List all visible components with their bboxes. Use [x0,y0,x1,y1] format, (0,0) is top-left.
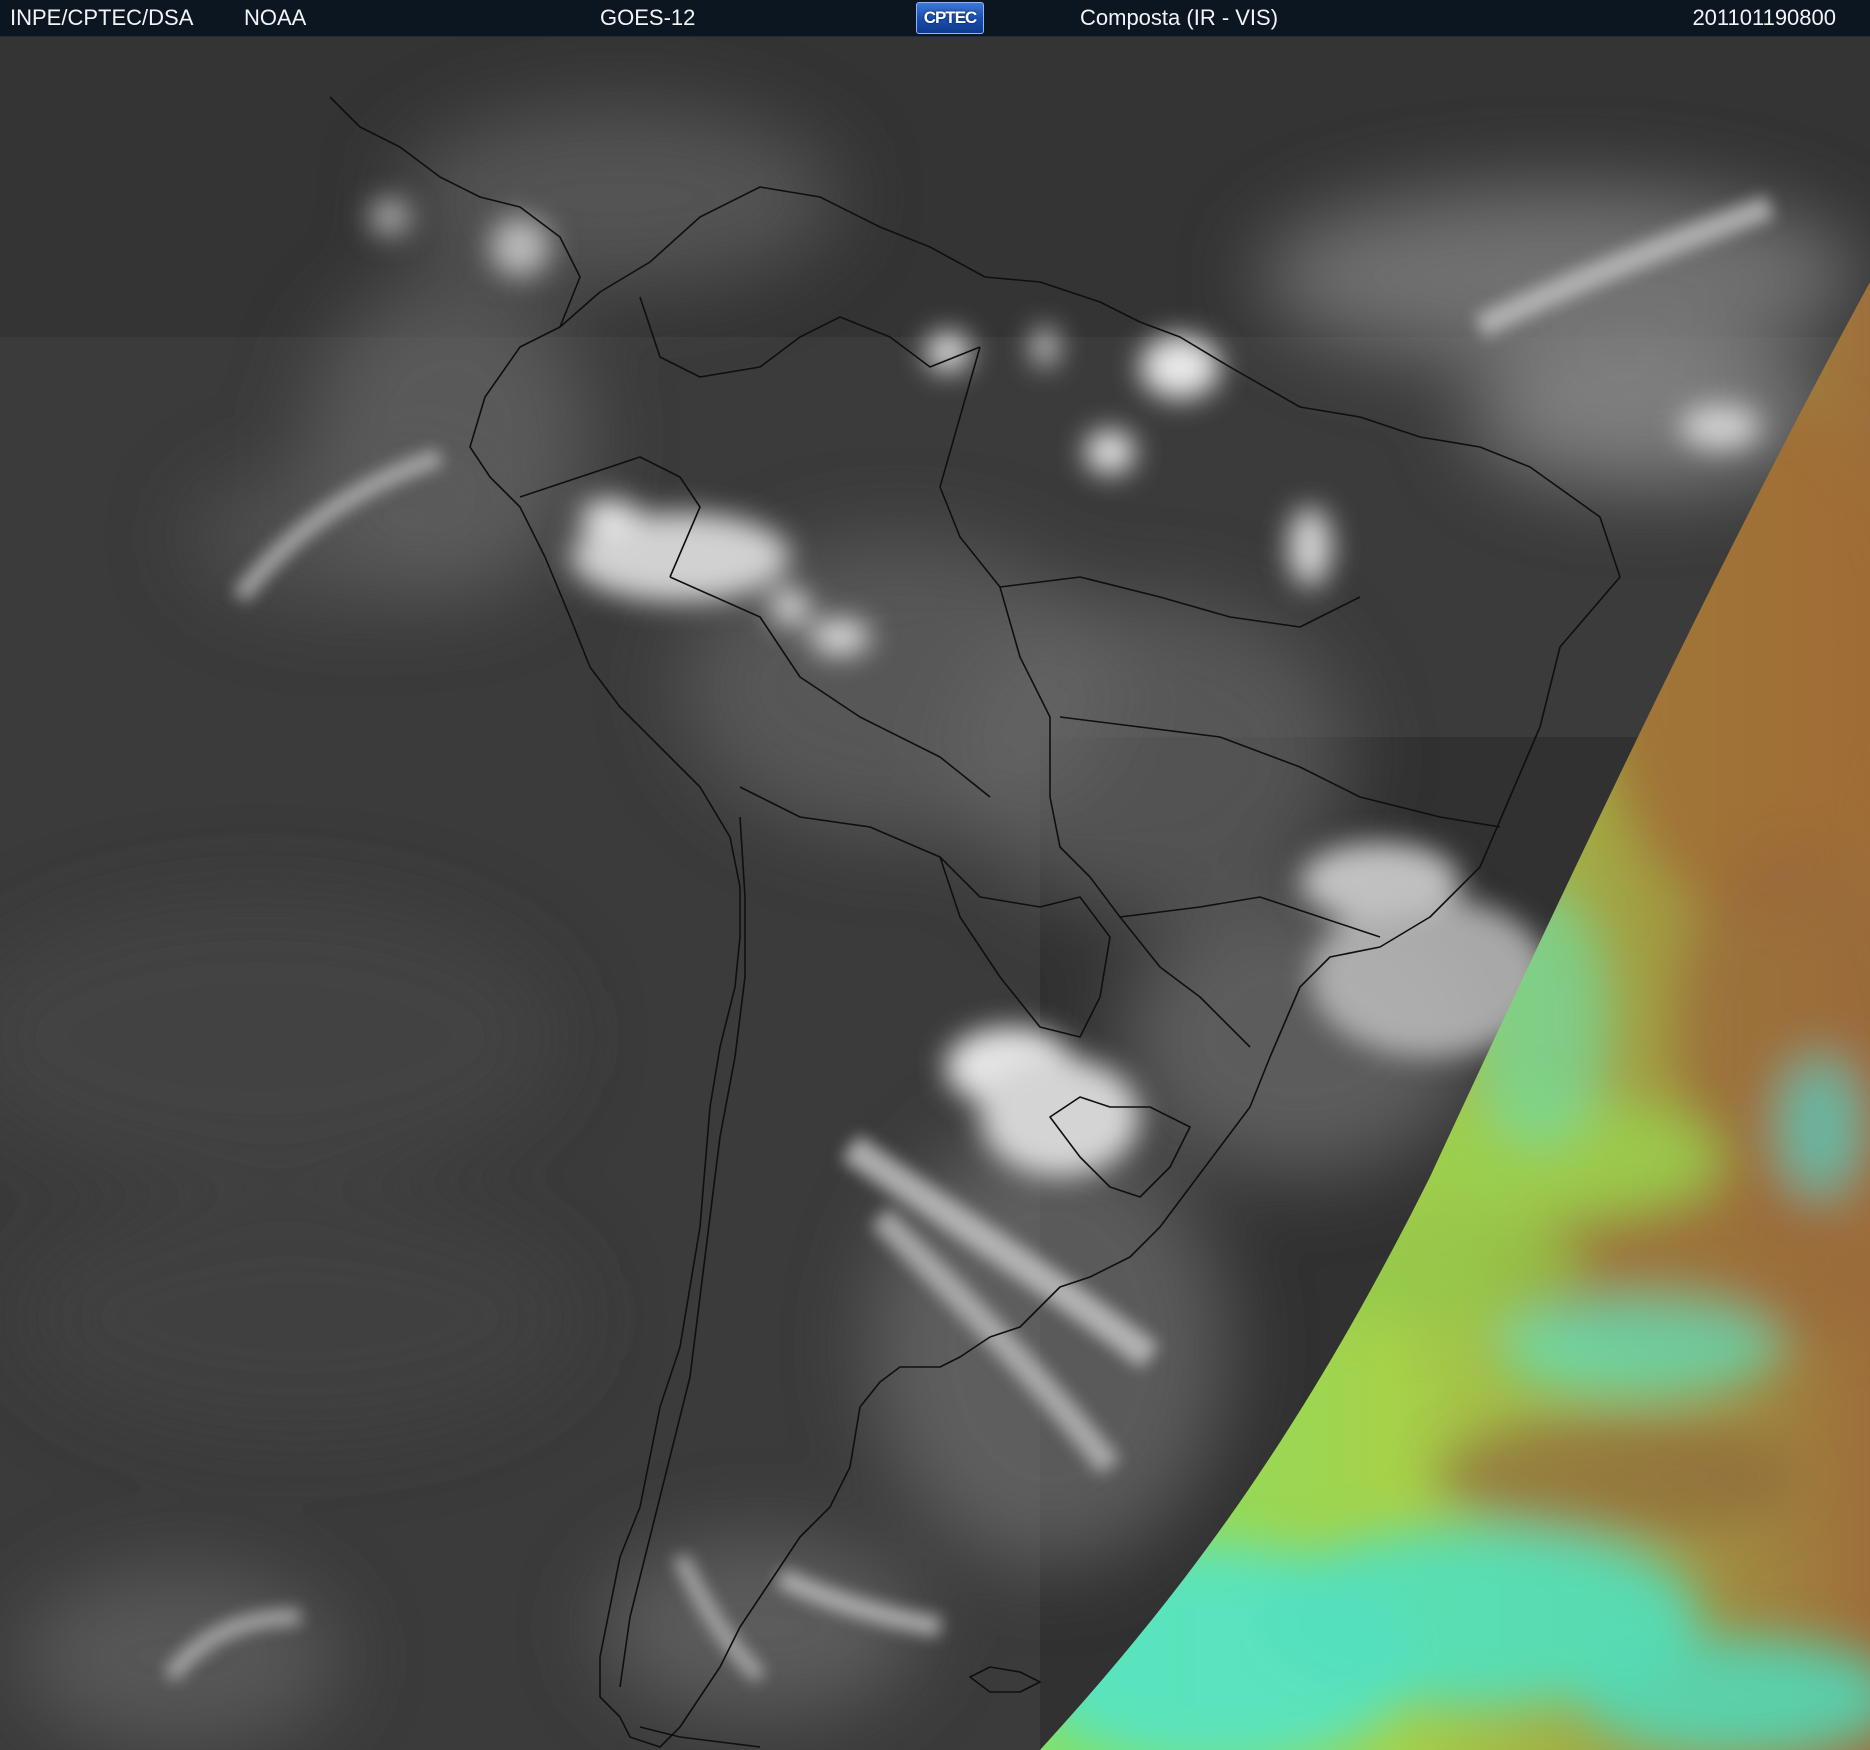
cptec-logo-text: CPTEC [923,8,978,27]
organization-label: INPE/CPTEC/DSA [10,5,194,30]
timestamp-label: 201101190800 [1692,5,1836,30]
image-header-bar: INPE/CPTEC/DSA NOAA GOES-12 CPTEC Compos… [0,0,1870,37]
cptec-logo: CPTEC [916,2,984,34]
agency-label: NOAA [244,5,307,30]
satellite-image-canvas [0,37,1870,1750]
satellite-composite-image [0,37,1870,1750]
product-label: Composta (IR - VIS) [1080,5,1279,30]
satellite-label: GOES-12 [600,5,696,30]
